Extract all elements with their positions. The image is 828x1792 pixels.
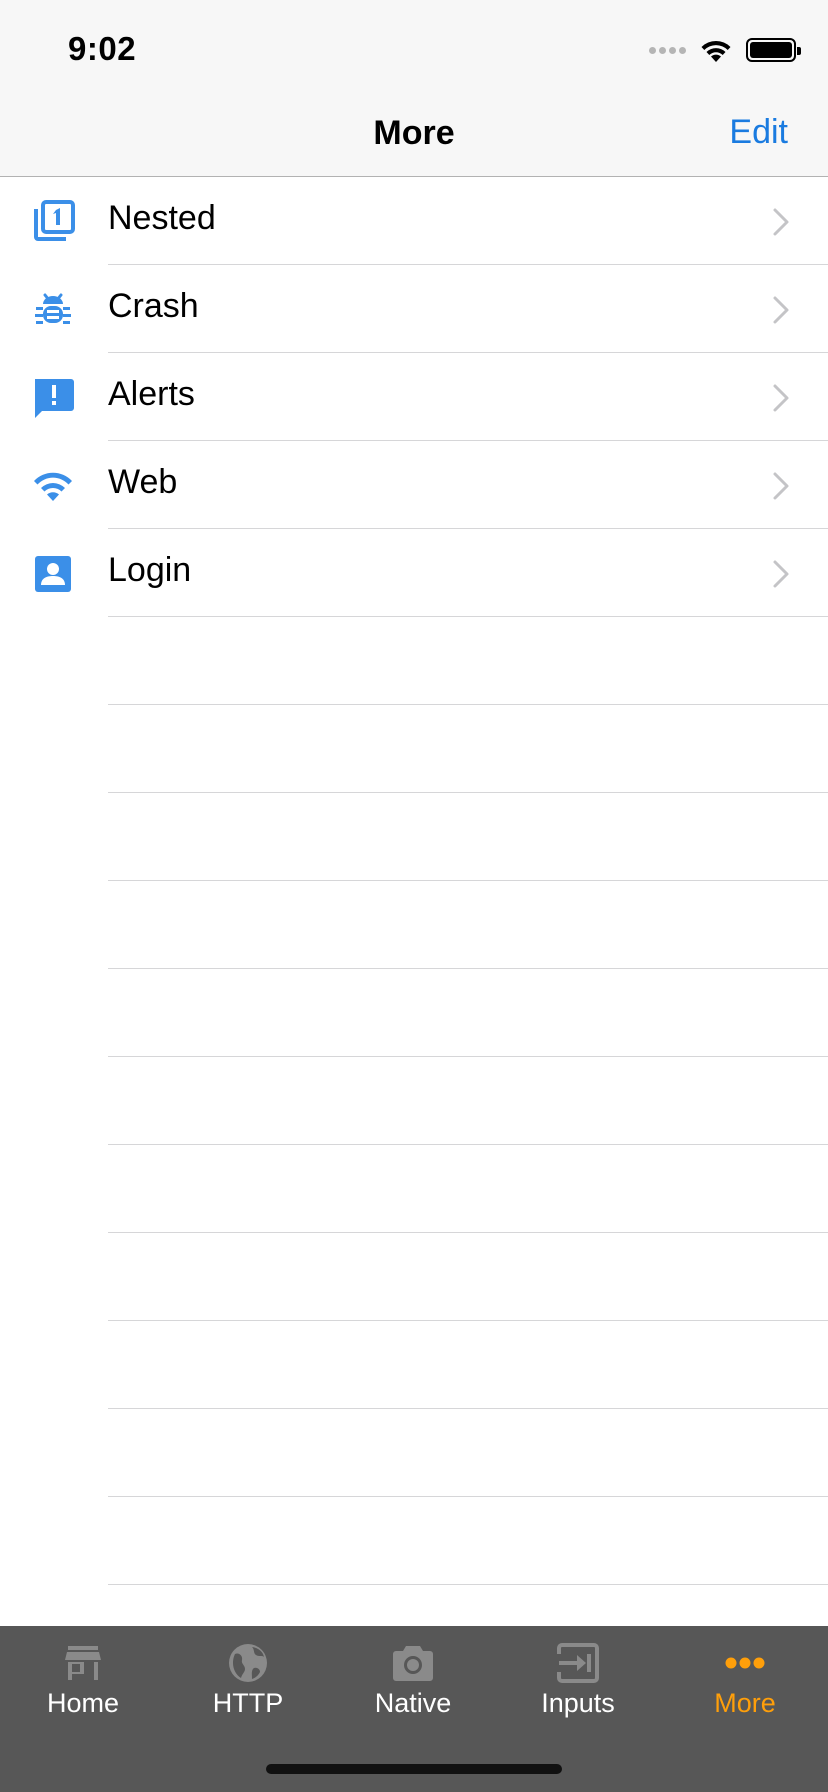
nested-one-icon — [30, 199, 76, 245]
empty-row — [0, 1497, 828, 1585]
list-item-label: Login — [108, 551, 192, 589]
navigation-bar: More Edit — [0, 88, 828, 177]
chevron-right-icon — [772, 207, 790, 237]
chevron-right-icon — [772, 471, 790, 501]
store-icon — [61, 1642, 105, 1684]
empty-row — [0, 1321, 828, 1409]
globe-icon — [226, 1642, 270, 1684]
tab-label: Home — [46, 1688, 120, 1718]
more-list: Nested Crash Alerts Web Login — [0, 177, 828, 1585]
list-item-login[interactable]: Login — [0, 529, 828, 617]
status-time: 9:02 — [68, 30, 137, 67]
list-item-label: Alerts — [108, 375, 195, 413]
cellular-signal-icon — [649, 46, 686, 54]
home-indicator[interactable] — [266, 1764, 562, 1774]
list-item-web[interactable]: Web — [0, 441, 828, 529]
more-dots-icon — [723, 1642, 767, 1684]
tab-inputs[interactable]: Inputs — [495, 1642, 661, 1732]
status-bar: 9:02 — [0, 0, 828, 88]
chevron-right-icon — [772, 383, 790, 413]
wifi-icon — [30, 463, 76, 509]
chevron-right-icon — [772, 295, 790, 325]
empty-row — [0, 1409, 828, 1497]
status-indicators — [649, 36, 801, 64]
tab-label: Inputs — [541, 1688, 615, 1718]
tab-label: Native — [374, 1688, 452, 1718]
empty-row — [0, 881, 828, 969]
empty-row — [0, 1233, 828, 1321]
bug-icon — [30, 287, 76, 333]
tab-native[interactable]: Native — [330, 1642, 496, 1732]
tab-home[interactable]: Home — [0, 1642, 166, 1732]
empty-row — [0, 1145, 828, 1233]
list-item-label: Crash — [108, 287, 199, 325]
wifi-status-icon — [698, 37, 734, 63]
empty-row — [0, 969, 828, 1057]
battery-icon — [746, 38, 801, 62]
empty-row — [0, 705, 828, 793]
tab-label: HTTP — [212, 1688, 284, 1718]
list-item-nested[interactable]: Nested — [0, 177, 828, 265]
account-box-icon — [30, 551, 76, 597]
empty-row — [0, 1057, 828, 1145]
camera-icon — [391, 1642, 435, 1684]
edit-button[interactable]: Edit — [729, 113, 788, 152]
list-item-label: Web — [108, 463, 178, 501]
list-item-crash[interactable]: Crash — [0, 265, 828, 353]
list-item-label: Nested — [108, 199, 216, 237]
tab-more[interactable]: More — [662, 1642, 828, 1732]
more-screen: 9:02 More Edit Nested Crash Alerts Web L… — [0, 0, 828, 1792]
empty-row — [0, 793, 828, 881]
empty-row — [0, 617, 828, 705]
tab-label: More — [714, 1688, 776, 1718]
list-item-alerts[interactable]: Alerts — [0, 353, 828, 441]
tab-http[interactable]: HTTP — [165, 1642, 331, 1732]
input-icon — [556, 1642, 600, 1684]
chevron-right-icon — [772, 559, 790, 589]
page-title: More — [373, 114, 455, 152]
alert-message-icon — [30, 375, 76, 421]
